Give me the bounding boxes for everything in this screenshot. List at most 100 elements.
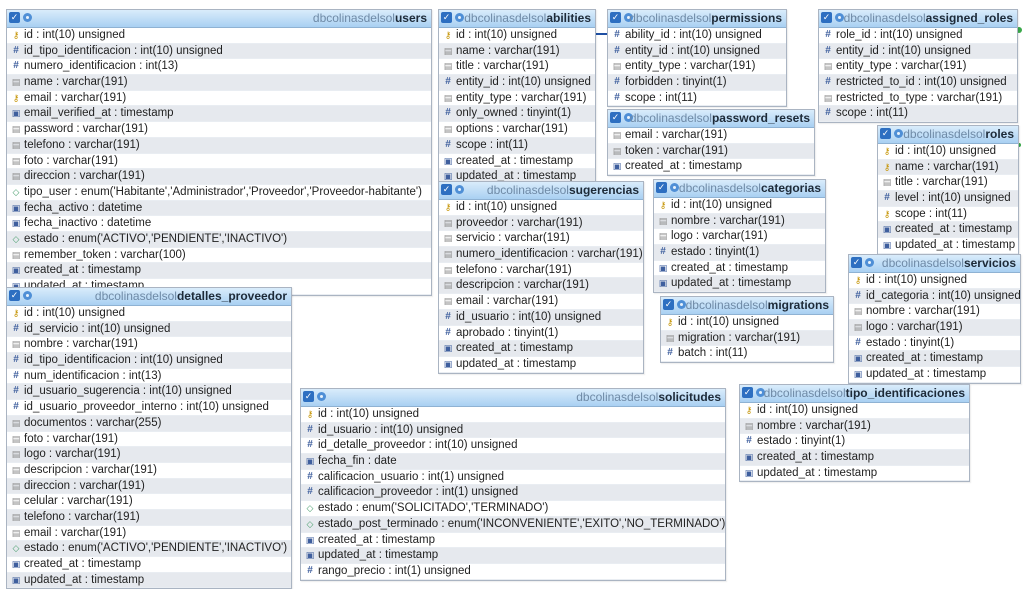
checkbox-icon[interactable]: ✓ [9, 290, 20, 301]
field-row[interactable]: ⚷ id : int(10) unsigned [878, 144, 1018, 160]
table-header[interactable]: ✓ dbcolinasdelsolcategorias [654, 180, 825, 198]
field-row[interactable]: ⚷ scope : int(11) [878, 207, 1018, 223]
field-row[interactable]: ▣ fecha_inactivo : datetime [7, 216, 431, 232]
table-header[interactable]: ✓ dbcolinasdelsolsolicitudes [301, 389, 725, 407]
field-row[interactable]: ▤ migration : varchar(191) [661, 330, 833, 347]
field-row[interactable]: ▣ created_at : timestamp [654, 261, 825, 277]
table-tipo-identificaciones[interactable]: ✓ dbcolinasdelsoltipo_identificaciones ⚷ id… [739, 384, 970, 483]
field-row[interactable]: # id_categoria : int(10) unsigned [849, 288, 1020, 305]
table-detalles-proveedor[interactable]: ✓ dbcolinasdelsoldetalles_proveedor ⚷ id : … [6, 287, 292, 589]
field-row[interactable]: ⚷ id : int(10) unsigned [661, 315, 833, 331]
table-header[interactable]: ✓ dbcolinasdelsolusers [7, 10, 431, 28]
field-row[interactable]: ◇ estado : enum('ACTIVO','PENDIENTE','INA… [7, 541, 291, 557]
field-row[interactable]: ⚷ id : int(10) unsigned [654, 198, 825, 214]
field-row[interactable]: ▣ updated_at : timestamp [878, 238, 1018, 254]
field-row[interactable]: # calificacion_proveedor : int(1) unsigne… [301, 485, 725, 502]
field-row[interactable]: ▤ logo : varchar(191) [654, 229, 825, 246]
table-assigned-roles[interactable]: ✓ dbcolinasdelsolassigned_roles # role_id :… [818, 9, 1018, 124]
field-row[interactable]: # entity_id : int(10) unsigned [819, 43, 1017, 60]
checkbox-icon[interactable]: ✓ [880, 128, 891, 139]
field-row[interactable]: ⚷ id : int(10) unsigned [439, 200, 643, 216]
field-row[interactable]: ▣ updated_at : timestamp [849, 367, 1020, 383]
checkbox-icon[interactable]: ✓ [610, 112, 621, 123]
field-row[interactable]: ▤ direccion : varchar(191) [7, 478, 291, 495]
table-header[interactable]: ✓ dbcolinasdelsolpassword_resets [608, 110, 814, 128]
field-row[interactable]: ▤ options : varchar(191) [439, 122, 595, 138]
field-row[interactable]: ▤ telefono : varchar(191) [439, 263, 643, 279]
field-row[interactable]: ▤ email : varchar(191) [608, 128, 814, 144]
table-servicios[interactable]: ✓ dbcolinasdelsolservicios ⚷ id : int(10) u… [848, 254, 1021, 384]
table-abilities[interactable]: ✓ dbcolinasdelsolabilities ⚷ id : int(10) u… [438, 9, 596, 186]
field-row[interactable]: ▤ title : varchar(191) [878, 175, 1018, 192]
field-row[interactable]: ▣ created_at : timestamp [878, 222, 1018, 239]
field-row[interactable]: ▤ foto : varchar(191) [7, 154, 431, 170]
field-row[interactable]: # estado : tinyint(1) [654, 245, 825, 261]
checkbox-icon[interactable]: ✓ [656, 182, 667, 193]
field-row[interactable]: ▤ proveedor : varchar(191) [439, 215, 643, 232]
field-row[interactable]: ▣ created_at : timestamp [849, 351, 1020, 368]
table-header[interactable]: ✓ dbcolinasdelsoldetalles_proveedor [7, 288, 291, 306]
field-row[interactable]: # rango_precio : int(1) unsigned [301, 564, 725, 580]
table-header[interactable]: ✓ dbcolinasdelsolpermissions [608, 10, 786, 28]
field-row[interactable]: # only_owned : tinyint(1) [439, 106, 595, 123]
table-header[interactable]: ✓ dbcolinasdelsolmigrations [661, 297, 833, 315]
field-row[interactable]: # id_detalle_proveedor : int(10) unsigned [301, 438, 725, 455]
field-row[interactable]: # id_tipo_identificacion : int(10) unsign… [7, 353, 291, 369]
field-row[interactable]: ▣ fecha_activo : datetime [7, 200, 431, 217]
field-row[interactable]: # scope : int(11) [819, 106, 1017, 123]
gear-icon[interactable] [454, 184, 465, 195]
field-row[interactable]: ▤ documentos : varchar(255) [7, 415, 291, 432]
field-row[interactable]: ▤ servicio : varchar(191) [439, 231, 643, 248]
table-header[interactable]: ✓ dbcolinasdelsolassigned_roles [819, 10, 1017, 28]
table-sugerencias[interactable]: ✓ dbcolinasdelsolsugerencias ⚷ id : int(10)… [438, 181, 644, 374]
field-row[interactable]: # entity_id : int(10) unsigned [439, 75, 595, 91]
field-row[interactable]: # restricted_to_id : int(10) unsigned [819, 75, 1017, 91]
field-row[interactable]: ▤ restricted_to_type : varchar(191) [819, 91, 1017, 107]
field-row[interactable]: # calificacion_usuario : int(1) unsigned [301, 470, 725, 486]
field-row[interactable]: # estado : tinyint(1) [740, 434, 969, 451]
field-row[interactable]: ▤ telefono : varchar(191) [7, 509, 291, 526]
field-row[interactable]: ▣ created_at : timestamp [439, 154, 595, 170]
field-row[interactable]: ▤ descripcion : varchar(191) [7, 463, 291, 479]
field-row[interactable]: ⚷ name : varchar(191) [878, 159, 1018, 176]
field-row[interactable]: # aprobado : tinyint(1) [439, 326, 643, 342]
field-row[interactable]: # level : int(10) unsigned [878, 191, 1018, 207]
field-row[interactable]: # id_tipo_identificacion : int(10) unsign… [7, 43, 431, 60]
field-row[interactable]: ▣ email_verified_at : timestamp [7, 106, 431, 123]
table-header[interactable]: ✓ dbcolinasdelsoltipo_identificaciones [740, 385, 969, 403]
gear-icon[interactable] [316, 391, 327, 402]
checkbox-icon[interactable]: ✓ [441, 12, 452, 23]
field-row[interactable]: # id_usuario_sugerencia : int(10) unsigne… [7, 384, 291, 401]
field-row[interactable]: ▣ fecha_fin : date [301, 454, 725, 470]
field-row[interactable]: ▤ password : varchar(191) [7, 122, 431, 138]
field-row[interactable]: # num_identificacion : int(13) [7, 369, 291, 385]
table-roles[interactable]: ✓ dbcolinasdelsolroles ⚷ id : int(10) unsig… [877, 125, 1019, 255]
field-row[interactable]: # forbidden : tinyint(1) [608, 75, 786, 91]
table-header[interactable]: ✓ dbcolinasdelsolsugerencias [439, 182, 643, 200]
field-row[interactable]: ▤ telefono : varchar(191) [7, 137, 431, 154]
field-row[interactable]: ▣ updated_at : timestamp [740, 466, 969, 482]
checkbox-icon[interactable]: ✓ [821, 12, 832, 23]
table-header[interactable]: ✓ dbcolinasdelsolabilities [439, 10, 595, 28]
table-migrations[interactable]: ✓ dbcolinasdelsolmigrations ⚷ id : int(10) … [660, 296, 834, 364]
field-row[interactable]: # role_id : int(10) unsigned [819, 28, 1017, 44]
field-row[interactable]: ⚷ id : int(10) unsigned [439, 28, 595, 44]
field-row[interactable]: ▤ logo : varchar(191) [7, 447, 291, 463]
field-row[interactable]: # id_usuario_proveedor_interno : int(10) … [7, 400, 291, 416]
checkbox-icon[interactable]: ✓ [742, 387, 753, 398]
field-row[interactable]: # batch : int(11) [661, 346, 833, 363]
field-row[interactable]: ▤ nombre : varchar(191) [654, 213, 825, 230]
field-row[interactable]: ⚷ id : int(10) unsigned [7, 306, 291, 322]
checkbox-icon[interactable]: ✓ [303, 391, 314, 402]
field-row[interactable]: ▤ foto : varchar(191) [7, 432, 291, 448]
field-row[interactable]: ▤ nombre : varchar(191) [740, 418, 969, 435]
table-solicitudes[interactable]: ✓ dbcolinasdelsolsolicitudes ⚷ id : int(10)… [300, 388, 726, 581]
checkbox-icon[interactable]: ✓ [851, 257, 862, 268]
table-users[interactable]: ✓ dbcolinasdelsolusers ⚷ id : int(10) unsig… [6, 9, 432, 296]
field-row[interactable]: ▣ updated_at : timestamp [301, 548, 725, 564]
field-row[interactable]: ▤ entity_type : varchar(191) [608, 59, 786, 76]
field-row[interactable]: ▣ created_at : timestamp [740, 450, 969, 466]
field-row[interactable]: ▤ token : varchar(191) [608, 143, 814, 160]
table-permissions[interactable]: ✓ dbcolinasdelsolpermissions # ability_id :… [607, 9, 787, 108]
field-row[interactable]: # entity_id : int(10) unsigned [608, 43, 786, 60]
